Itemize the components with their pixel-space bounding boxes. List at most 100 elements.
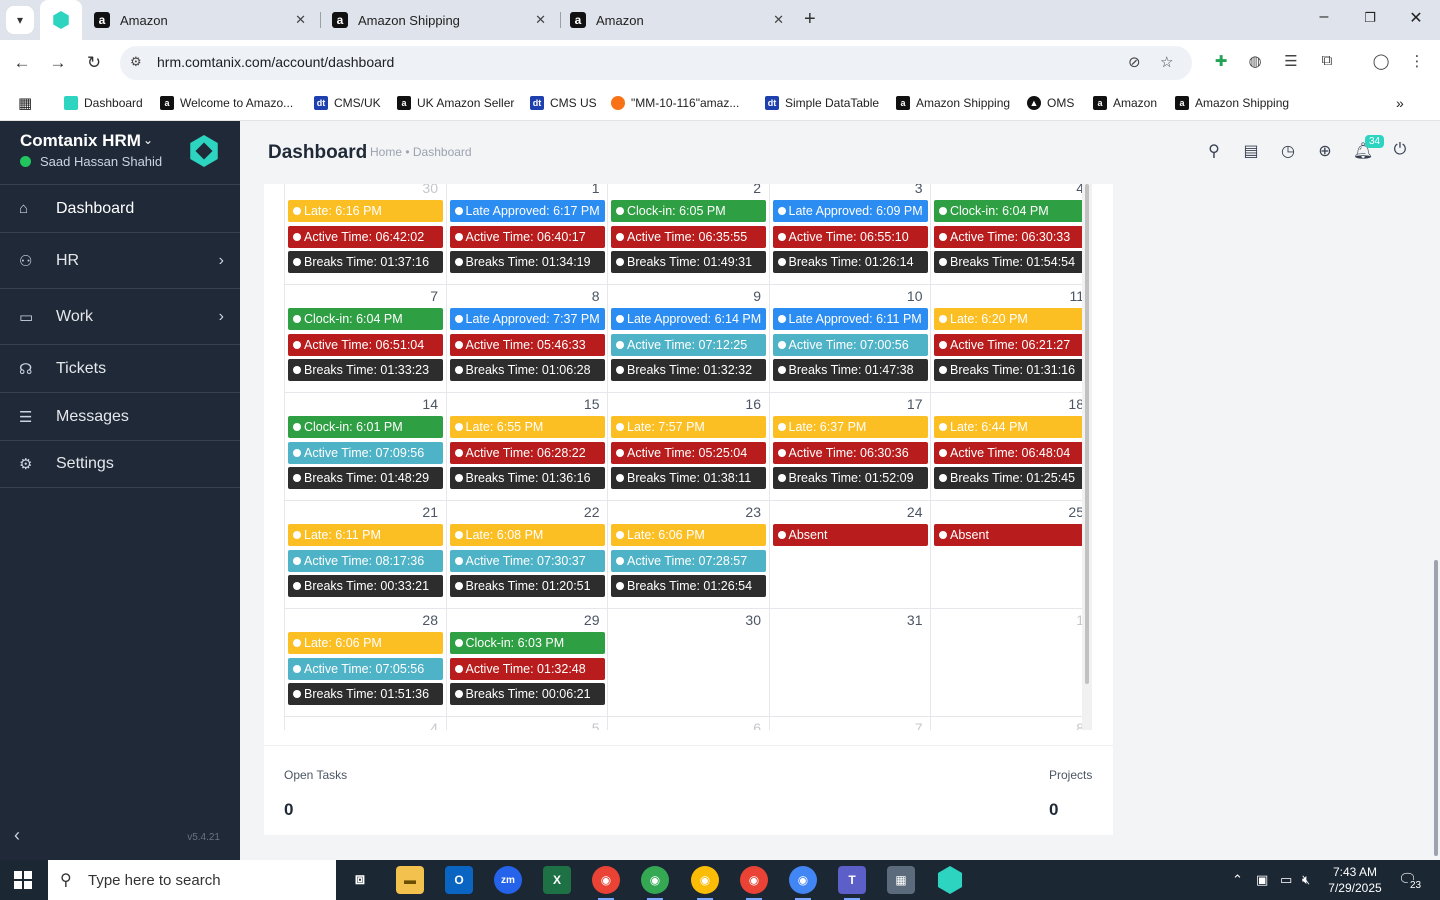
network-icon[interactable]: ▭ [1280, 872, 1292, 888]
calendar-day-cell[interactable]: 3 Late Approved: 6:09 PM Active Time: 06:5… [771, 184, 930, 284]
notes-icon[interactable]: ▤ [1240, 141, 1262, 161]
calendar-event-active-red[interactable]: Active Time: 06:30:36 [772, 441, 928, 464]
calendar-event-breaks[interactable]: Breaks Time: 01:49:31 [611, 251, 766, 274]
calendar-event-approved[interactable]: Late Approved: 7:37 PM [449, 308, 605, 330]
calendar-event-absent[interactable]: Absent [772, 524, 928, 546]
calendar-day-number[interactable]: 1 [932, 612, 1082, 628]
search-icon[interactable]: ⚲ [1203, 141, 1225, 161]
sidebar-item-settings[interactable]: ⚙ Settings [0, 440, 240, 488]
calendar-day-number[interactable]: 29 [448, 612, 606, 628]
calendar-day-number[interactable]: 2 [609, 184, 767, 196]
calendar-event-breaks[interactable]: Breaks Time: 00:33:21 [288, 575, 443, 598]
bookmark-uk-amazon-seller[interactable]: a UK Amazon Seller [397, 93, 514, 113]
task-view-icon[interactable]: ⧈ [346, 866, 374, 894]
url-text[interactable]: hrm.comtanix.com/account/dashboard [157, 54, 394, 70]
tab-amazon-1[interactable]: a Amazon ✕ [92, 0, 318, 40]
close-icon[interactable]: ✕ [773, 12, 784, 28]
calendar-event-clockin[interactable]: Clock-in: 6:01 PM [288, 416, 443, 438]
calendar-day-cell[interactable]: 28 Late: 6:06 PM Active Time: 07:05:56 Brea… [286, 608, 445, 716]
calendar-event-active-red[interactable]: Active Time: 06:30:33 [934, 225, 1082, 248]
calendar-day-cell[interactable]: 5 [448, 716, 607, 730]
calendar-day-number[interactable]: 22 [448, 504, 606, 520]
calendar-event-active-teal[interactable]: Active Time: 07:28:57 [611, 549, 766, 572]
excel-icon[interactable]: X [543, 866, 571, 894]
tab-search-button[interactable]: ▾ [6, 6, 34, 34]
calendar-event-breaks[interactable]: Breaks Time: 01:37:16 [288, 251, 443, 274]
calendar-event-breaks[interactable]: Breaks Time: 01:32:32 [611, 359, 766, 382]
add-circle-icon[interactable]: ⊕ [1314, 141, 1336, 161]
chrome-profile-icon[interactable]: ◉ [691, 866, 719, 900]
outlook-icon[interactable]: O [445, 866, 473, 894]
bookmark-dashboard[interactable]: Dashboard [64, 93, 143, 113]
bookmark-amazon-shipping[interactable]: a Amazon Shipping [896, 93, 1010, 113]
calendar-day-number[interactable]: 16 [609, 396, 767, 412]
calendar-day-cell[interactable]: 4 [286, 716, 445, 730]
calendar-day-cell[interactable]: 4 Clock-in: 6:04 PM Active Time: 06:30:33 B… [932, 184, 1082, 284]
bookmark-mm-search[interactable]: "MM-10-116"amaz... [611, 93, 739, 113]
calendar-event-late[interactable]: Late: 6:44 PM [934, 416, 1082, 438]
calendar-day-cell[interactable]: 9 Late Approved: 6:14 PM Active Time: 07:1… [609, 284, 768, 392]
apps-grid-icon[interactable]: ▦ [18, 93, 32, 113]
calendar-day-number[interactable]: 24 [771, 504, 929, 520]
calendar-day-number[interactable]: 8 [448, 288, 606, 304]
calendar-day-number[interactable]: 7 [771, 720, 929, 730]
calendar-event-breaks[interactable]: Breaks Time: 01:54:54 [934, 251, 1082, 274]
windows-start-icon[interactable] [14, 871, 32, 889]
profile-icon[interactable]: ◯ [1370, 52, 1392, 70]
new-tab-button[interactable]: + [804, 8, 816, 31]
calendar-day-cell[interactable]: 8 Late Approved: 7:37 PM Active Time: 05:4… [448, 284, 607, 392]
calendar-event-active-teal[interactable]: Active Time: 08:17:36 [288, 549, 443, 572]
chrome-profile-icon[interactable]: ◉ [641, 866, 669, 900]
tab-amazon-shipping[interactable]: a Amazon Shipping ✕ [332, 0, 558, 40]
calendar-event-late[interactable]: Late: 6:37 PM [772, 416, 928, 438]
calendar-day-cell[interactable]: 22 Late: 6:08 PM Active Time: 07:30:37 Brea… [448, 500, 607, 608]
calendar-day-cell[interactable]: 8 [932, 716, 1082, 730]
calendar-event-late[interactable]: Late: 6:08 PM [449, 524, 605, 546]
calendar-event-late[interactable]: Late: 6:06 PM [288, 632, 443, 654]
calculator-icon[interactable]: ▦ [887, 866, 915, 894]
calendar-day-number[interactable]: 23 [609, 504, 767, 520]
calendar-day-cell[interactable]: 31 [771, 608, 930, 716]
calendar-day-cell[interactable]: 30 Late: 6:16 PM Active Time: 06:42:02 Brea… [286, 184, 445, 284]
calendar-event-breaks[interactable]: Breaks Time: 01:31:16 [934, 359, 1082, 382]
calendar-event-late[interactable]: Late: 6:16 PM [288, 200, 443, 222]
calendar-day-cell[interactable]: 29 Clock-in: 6:03 PM Active Time: 01:32:48… [448, 608, 607, 716]
calendar-day-number[interactable]: 28 [286, 612, 444, 628]
file-explorer-icon[interactable]: ▬ [396, 866, 424, 894]
calendar-day-cell[interactable]: 24 Absent [771, 500, 930, 608]
sidebar-item-tickets[interactable]: ☊ Tickets [0, 344, 240, 392]
calendar-event-approved[interactable]: Late Approved: 6:17 PM [449, 200, 605, 222]
calendar-day-number[interactable]: 15 [448, 396, 606, 412]
calendar-day-number[interactable]: 4 [932, 184, 1082, 196]
meet-now-icon[interactable]: ▣ [1256, 872, 1268, 888]
calendar-event-breaks[interactable]: Breaks Time: 01:48:29 [288, 467, 443, 490]
calendar-event-breaks[interactable]: Breaks Time: 01:52:09 [772, 467, 928, 490]
bookmark-cms-uk[interactable]: dt CMS/UK [314, 93, 381, 113]
calendar-day-cell[interactable]: 11 Late: 6:20 PM Active Time: 06:21:27 Brea… [932, 284, 1082, 392]
calendar-day-cell[interactable]: 25 Absent [932, 500, 1082, 608]
calendar-event-breaks[interactable]: Breaks Time: 01:26:14 [772, 251, 928, 274]
calendar-event-active-red[interactable]: Active Time: 06:48:04 [934, 441, 1082, 464]
bookmark-amazon-shipping-2[interactable]: a Amazon Shipping [1175, 93, 1289, 113]
clock-icon[interactable]: ◷ [1277, 141, 1299, 161]
chevron-down-icon[interactable]: ⌄ [143, 133, 153, 147]
calendar-day-number[interactable]: 5 [448, 720, 606, 730]
page-scrollbar-thumb[interactable] [1434, 560, 1438, 856]
calendar-event-active-teal[interactable]: Active Time: 07:05:56 [288, 657, 443, 680]
calendar-event-active-teal[interactable]: Active Time: 07:00:56 [772, 333, 928, 356]
sidebar-item-hr[interactable]: ⚇ HR › [0, 232, 240, 288]
calendar-event-late[interactable]: Late: 6:55 PM [449, 416, 605, 438]
calendar-event-approved[interactable]: Late Approved: 6:09 PM [772, 200, 928, 222]
calendar-day-number[interactable]: 3 [771, 184, 929, 196]
teams-icon[interactable]: T [838, 866, 866, 900]
calendar-day-number[interactable]: 18 [932, 396, 1082, 412]
calendar-event-approved[interactable]: Late Approved: 6:11 PM [772, 308, 928, 330]
calendar-event-breaks[interactable]: Breaks Time: 01:20:51 [449, 575, 605, 598]
system-clock[interactable]: 7:43 AM 7/29/2025 [1322, 864, 1388, 896]
calendar-day-cell[interactable]: 1 Late Approved: 6:17 PM Active Time: 06:4… [448, 184, 607, 284]
calendar-event-late[interactable]: Late: 6:11 PM [288, 524, 443, 546]
calendar-event-active-red[interactable]: Active Time: 06:55:10 [772, 225, 928, 248]
calendar-event-active-red[interactable]: Active Time: 06:21:27 [934, 333, 1082, 356]
extensions-puzzle-icon[interactable]: ⧉ [1316, 52, 1338, 69]
calendar-day-cell[interactable]: 23 Late: 6:06 PM Active Time: 07:28:57 Brea… [609, 500, 768, 608]
